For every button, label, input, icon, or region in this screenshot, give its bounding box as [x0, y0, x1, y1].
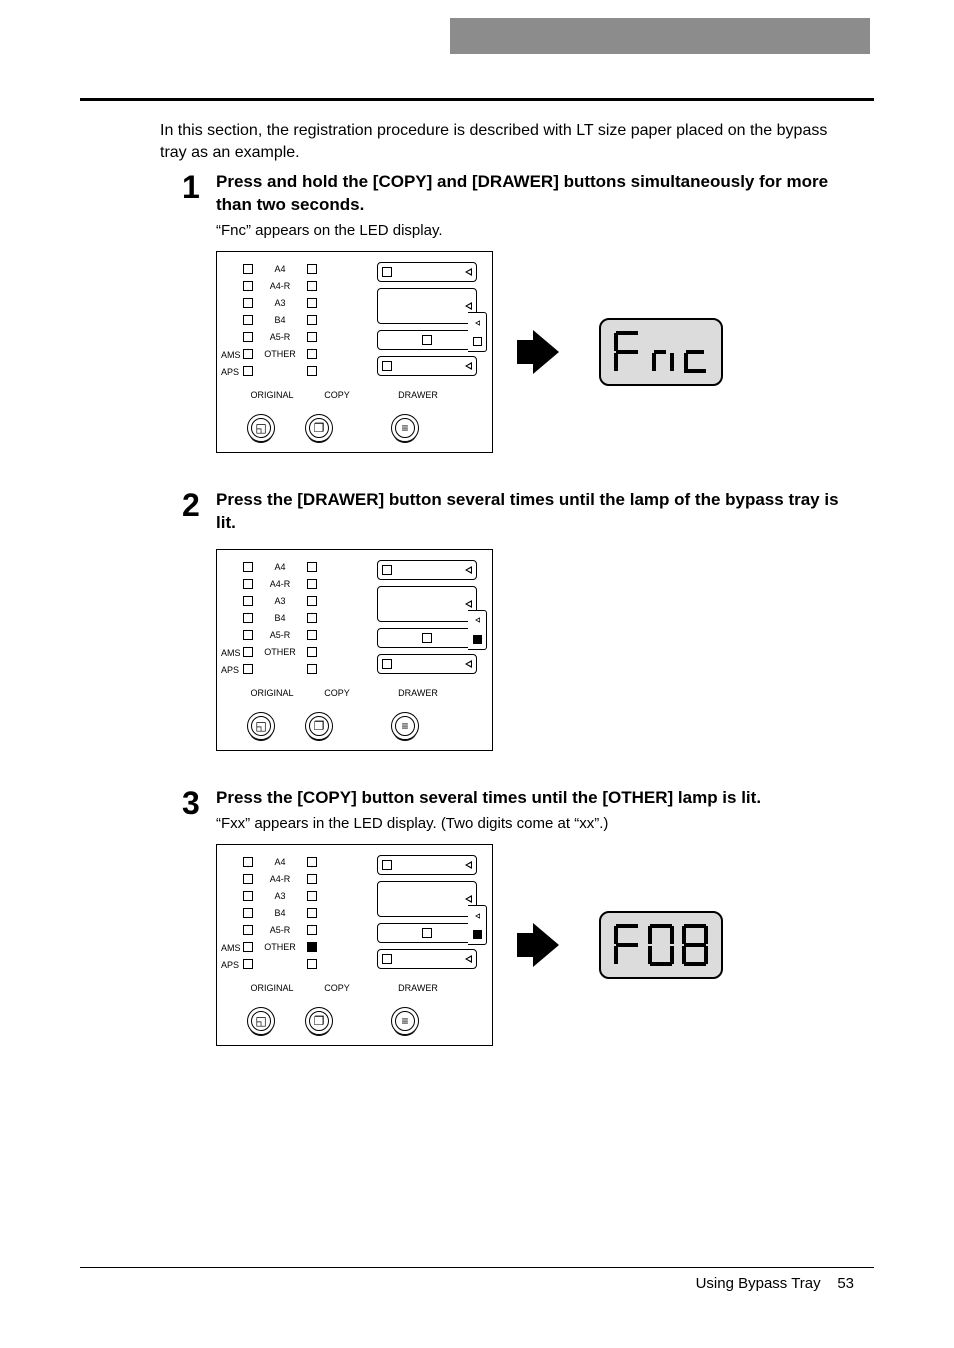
footer-section: Using Bypass Tray [696, 1275, 821, 1292]
figure-row-2: A4 A4-R A3 B4 A5-R OTHER AMSAPS [216, 549, 854, 751]
col-copy: COPY [307, 390, 367, 400]
footer: Using Bypass Tray 53 [696, 1275, 854, 1292]
copy-button-icon: ❐ [305, 712, 333, 740]
lead-paragraph: In this section, the registration proced… [160, 120, 854, 163]
figure-row-1: A4 A4-R A3 B4 A5-R OTHER AMS APS [216, 251, 854, 453]
col-original: ORIGINAL [237, 390, 307, 400]
footer-rule [80, 1267, 874, 1268]
size-a4r: A4-R [259, 281, 301, 291]
step-text: Press and hold the [COPY] and [DRAWER] b… [216, 171, 854, 251]
control-panel-diagram: A4 A4-R A3 B4 A5-R OTHER AMS APS [216, 251, 493, 453]
step-number: 1 [160, 171, 216, 203]
tray-4 [377, 356, 477, 376]
step-3: 3 Press the [COPY] button several times … [160, 787, 854, 844]
step-title: Press and hold the [COPY] and [DRAWER] b… [216, 171, 854, 217]
header-rule [80, 98, 874, 101]
size-grid: A4 A4-R A3 B4 A5-R OTHER [237, 260, 323, 379]
footer-page: 53 [837, 1275, 854, 1292]
step-number: 3 [160, 787, 216, 819]
tray-1 [377, 262, 477, 282]
step-text: Press the [DRAWER] button several times … [216, 489, 854, 539]
drawer-button-icon: ≡ [391, 1007, 419, 1035]
step-title: Press the [DRAWER] button several times … [216, 489, 854, 535]
bypass-tray-icon [468, 905, 487, 945]
step-subtext: “Fnc” appears on the LED display. [216, 221, 854, 241]
original-button-icon: ◱ [247, 712, 275, 740]
panel-buttons: ◱ ❐ ≡ [247, 414, 419, 442]
body: In this section, the registration proced… [160, 120, 854, 1046]
column-labels: ORIGINAL COPY DRAWER [237, 390, 477, 400]
ams-label: AMS [221, 347, 241, 364]
tray-2 [377, 288, 477, 324]
original-button-icon: ◱ [247, 1007, 275, 1035]
control-panel-diagram: A4 A4-R A3 B4 A5-R OTHER AMSAPS [216, 549, 493, 751]
drawer-button-icon: ≡ [391, 414, 419, 442]
aps-label: APS [221, 364, 241, 381]
col-drawer: DRAWER [373, 390, 463, 400]
drawer-stack [377, 262, 477, 382]
step-text: Press the [COPY] button several times un… [216, 787, 854, 844]
arrow-icon [533, 330, 559, 374]
copy-button-icon: ❐ [305, 414, 333, 442]
page: In this section, the registration proced… [0, 0, 954, 1348]
size-other: OTHER [259, 349, 301, 359]
bypass-tray-icon [468, 610, 487, 650]
step-title: Press the [COPY] button several times un… [216, 787, 854, 810]
figure-row-3: A4 A4-R A3 B4 A5-R OTHER AMSAPS [216, 844, 854, 1046]
arrow-icon [533, 923, 559, 967]
original-button-icon: ◱ [247, 414, 275, 442]
drawer-button-icon: ≡ [391, 712, 419, 740]
step-1: 1 Press and hold the [COPY] and [DRAWER]… [160, 171, 854, 251]
ams-aps: AMS APS [221, 347, 241, 381]
led-display-f08 [599, 911, 723, 979]
step-subtext: “Fxx” appears in the LED display. (Two d… [216, 814, 854, 834]
header-band [450, 18, 870, 54]
size-a4: A4 [259, 264, 301, 274]
size-a5r: A5-R [259, 332, 301, 342]
step-number: 2 [160, 489, 216, 521]
control-panel-diagram: A4 A4-R A3 B4 A5-R OTHER AMSAPS [216, 844, 493, 1046]
bypass-tray-icon [468, 312, 487, 352]
led-display-fnc [599, 318, 723, 386]
tray-3 [377, 330, 477, 350]
size-a3: A3 [259, 298, 301, 308]
size-b4: B4 [259, 315, 301, 325]
copy-button-icon: ❐ [305, 1007, 333, 1035]
step-2: 2 Press the [DRAWER] button several time… [160, 489, 854, 539]
